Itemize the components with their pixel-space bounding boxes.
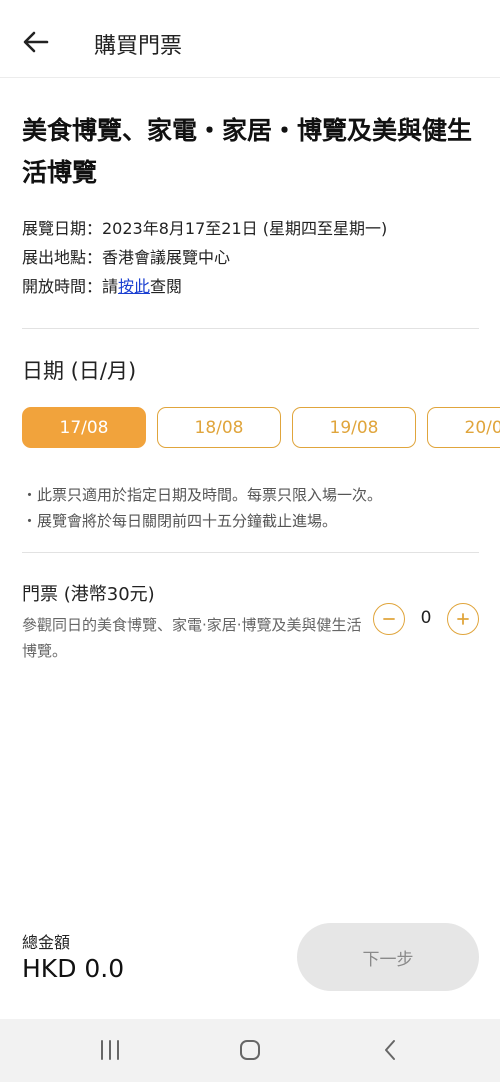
page-title: 購買門票 — [94, 34, 183, 59]
exhibition-dates: 展覽日期：2023年8月17至21日 (星期四至星期一) — [22, 219, 388, 238]
opening-hours: 開放時間：請按此查閱 — [22, 272, 387, 301]
opening-hours-link[interactable]: 按此 — [118, 277, 150, 296]
back-button[interactable] — [18, 26, 54, 58]
next-step-button[interactable]: 下一步 — [297, 923, 479, 991]
exhibition-venue: 展出地點：香港會議展覽中心 — [22, 248, 231, 267]
back-nav-icon — [385, 1040, 395, 1060]
recent-apps-icon — [101, 1040, 119, 1060]
app-header: 購買門票 — [0, 0, 500, 78]
opening-hours-prefix: 開放時間：請 — [22, 277, 119, 296]
total-amount-value: HKD 0.0 — [22, 954, 125, 983]
opening-hours-suffix: 查閱 — [150, 277, 183, 296]
recent-apps-button[interactable] — [90, 1033, 130, 1067]
minus-icon — [383, 618, 395, 620]
total-amount-label: 總金額 — [22, 933, 71, 952]
increase-quantity-button[interactable] — [447, 603, 479, 635]
ticket-title: 門票 (港幣30元) — [22, 584, 155, 605]
date-option[interactable]: 20/08 — [427, 407, 500, 448]
arrow-left-icon — [23, 31, 49, 53]
ticket-description: 參觀同日的美食博覽、家電‧家居‧博覽及美與健生活博覽。 — [22, 616, 362, 660]
note-item: ・展覽會將於每日關閉前四十五分鐘截止進場。 — [22, 512, 338, 530]
date-selector: 17/08 18/08 19/08 20/08 — [22, 407, 500, 448]
quantity-stepper: 0 — [373, 603, 481, 635]
ticket-notes: ・此票只適用於指定日期及時間。每票只限入場一次。 ・展覽會將於每日關閉前四十五分… — [22, 482, 382, 534]
date-option[interactable]: 18/08 — [157, 407, 281, 448]
event-title: 美食博覽、家電・家居・博覽及美與健生活博覽 — [22, 116, 473, 187]
divider — [22, 328, 479, 329]
plus-icon — [457, 613, 469, 625]
note-item: ・此票只適用於指定日期及時間。每票只限入場一次。 — [22, 486, 383, 504]
home-icon — [240, 1040, 260, 1060]
home-button[interactable] — [230, 1033, 270, 1067]
back-nav-button[interactable] — [370, 1033, 410, 1067]
event-info: 展覽日期：2023年8月17至21日 (星期四至星期一) 展出地點：香港會議展覽… — [22, 214, 387, 301]
divider — [22, 552, 479, 553]
date-option-selected[interactable]: 17/08 — [22, 407, 146, 448]
decrease-quantity-button[interactable] — [373, 603, 405, 635]
date-heading: 日期 (日/月) — [22, 359, 137, 383]
date-option[interactable]: 19/08 — [292, 407, 416, 448]
system-nav-bar — [0, 1019, 500, 1082]
quantity-value: 0 — [420, 608, 432, 628]
